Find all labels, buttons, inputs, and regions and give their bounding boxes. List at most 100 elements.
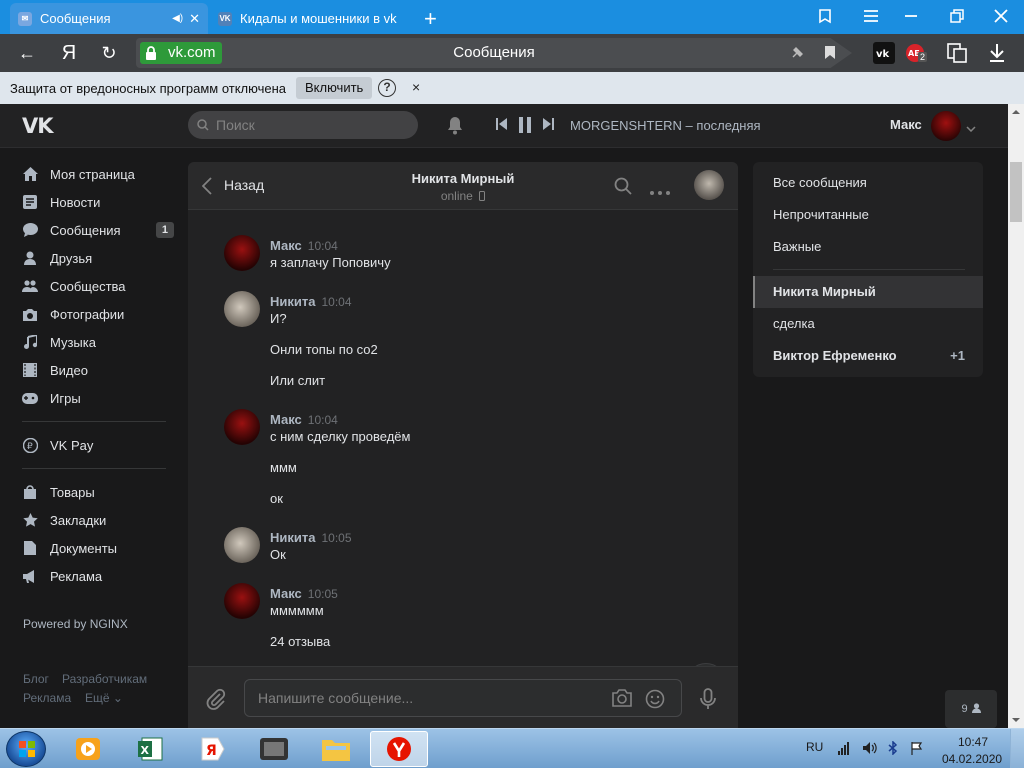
footer-link-ads[interactable]: Реклама bbox=[23, 691, 71, 705]
avatar[interactable] bbox=[224, 409, 260, 445]
network-icon[interactable] bbox=[838, 741, 852, 758]
adblock-extension-icon[interactable]: AE 2 bbox=[904, 40, 930, 66]
message-author[interactable]: Макс bbox=[270, 238, 302, 253]
avatar[interactable] bbox=[224, 527, 260, 563]
search-icon[interactable] bbox=[614, 177, 632, 198]
player-track-title[interactable]: MORGENSHTERN – последняя bbox=[570, 118, 761, 133]
sidebar-item-my-page[interactable]: Моя страница bbox=[22, 162, 174, 186]
previous-track-icon[interactable] bbox=[496, 118, 508, 133]
menu-icon[interactable] bbox=[852, 0, 890, 32]
video-app-icon[interactable] bbox=[248, 731, 300, 767]
filter-unread[interactable]: Непрочитанные bbox=[753, 199, 983, 231]
sidebar-item-communities[interactable]: Сообщества bbox=[22, 274, 174, 298]
excel-icon[interactable]: X bbox=[124, 731, 176, 767]
sidebar-item-friends[interactable]: Друзья bbox=[22, 246, 174, 270]
avatar[interactable] bbox=[224, 583, 260, 619]
conversation-viktor-efremenko[interactable]: Виктор Ефременко +1 bbox=[753, 340, 983, 372]
sidebar-item-messages[interactable]: Сообщения 1 bbox=[22, 218, 174, 242]
sidebar-item-goods[interactable]: Товары bbox=[22, 480, 174, 504]
browser-tab-scammers[interactable]: VK Кидалы и мошенники в vk bbox=[210, 3, 410, 34]
start-button[interactable] bbox=[6, 731, 46, 767]
bookmark-icon[interactable] bbox=[824, 45, 836, 63]
avatar[interactable] bbox=[224, 291, 260, 327]
sidebar-item-music[interactable]: Музыка bbox=[22, 330, 174, 354]
search-box[interactable] bbox=[188, 111, 418, 139]
scrollbar-thumb[interactable] bbox=[1010, 162, 1022, 222]
folder-icon[interactable] bbox=[310, 731, 362, 767]
bell-icon[interactable] bbox=[446, 115, 464, 138]
smile-icon[interactable] bbox=[645, 689, 665, 712]
message-input-box[interactable] bbox=[244, 679, 682, 717]
conversation-nikita-mirny[interactable]: Никита Мирный bbox=[753, 276, 983, 308]
avatar[interactable] bbox=[931, 111, 961, 141]
close-bar-icon[interactable]: × bbox=[412, 79, 420, 95]
chevron-down-icon[interactable] bbox=[966, 120, 976, 135]
sidebar-item-games[interactable]: Игры bbox=[22, 386, 174, 410]
yandex-home-icon[interactable]: Я bbox=[56, 40, 82, 66]
enable-protection-button[interactable]: Включить bbox=[296, 77, 373, 99]
vk-extension-icon[interactable]: vk bbox=[871, 40, 897, 66]
volume-icon[interactable] bbox=[862, 741, 878, 758]
message-author[interactable]: Никита bbox=[270, 530, 315, 545]
yandex-browser-icon[interactable] bbox=[370, 731, 428, 767]
help-icon[interactable]: ? bbox=[378, 79, 396, 97]
back-arrow-icon[interactable]: ← bbox=[14, 40, 40, 66]
browser-tab-messages[interactable]: ✉ Сообщения ◀) ✕ bbox=[10, 3, 208, 34]
vk-logo[interactable]: VK bbox=[22, 114, 54, 138]
filter-important[interactable]: Важные bbox=[753, 231, 983, 263]
reload-icon[interactable]: ↻ bbox=[96, 40, 122, 66]
media-player-icon[interactable] bbox=[62, 731, 114, 767]
sidebar-item-news[interactable]: Новости bbox=[22, 190, 174, 214]
sidebar-item-ads[interactable]: Реклама bbox=[22, 564, 174, 588]
filter-all-messages[interactable]: Все сообщения bbox=[753, 167, 983, 199]
camera-icon[interactable] bbox=[611, 689, 633, 710]
message-author[interactable]: Макс bbox=[270, 412, 302, 427]
online-friends-button[interactable]: 9 bbox=[945, 690, 997, 728]
download-icon[interactable] bbox=[984, 40, 1010, 66]
restore-icon[interactable] bbox=[938, 0, 976, 32]
attach-icon[interactable] bbox=[206, 688, 226, 713]
user-name[interactable]: Макс bbox=[890, 117, 922, 132]
footer-link-developers[interactable]: Разработчикам bbox=[62, 672, 147, 686]
scroll-up-arrow-icon[interactable] bbox=[1012, 108, 1020, 116]
sidebar-item-vkpay[interactable]: ₽ VK Pay bbox=[22, 433, 174, 457]
footer-link-blog[interactable]: Блог bbox=[23, 672, 49, 686]
tab-sound-icon[interactable]: ◀) bbox=[172, 13, 183, 24]
message-time[interactable]: 10:04 bbox=[308, 239, 338, 253]
minimize-icon[interactable] bbox=[892, 0, 930, 32]
conversation-deal[interactable]: сделка bbox=[753, 308, 983, 340]
screenshot-extension-icon[interactable] bbox=[944, 40, 970, 66]
microphone-icon[interactable] bbox=[700, 688, 716, 713]
sidebar-item-video[interactable]: Видео bbox=[22, 358, 174, 382]
notification-flag-icon[interactable] bbox=[910, 741, 924, 758]
collections-icon[interactable] bbox=[806, 0, 844, 32]
language-indicator[interactable]: RU bbox=[806, 740, 823, 754]
message-time[interactable]: 10:04 bbox=[321, 295, 351, 309]
bluetooth-icon[interactable] bbox=[888, 740, 898, 758]
message-time[interactable]: 10:05 bbox=[321, 531, 351, 545]
footer-link-more[interactable]: Ещё ⌄ bbox=[85, 691, 123, 705]
yandex-icon[interactable]: Я bbox=[186, 731, 238, 767]
show-desktop-button[interactable] bbox=[1010, 729, 1024, 768]
message-history[interactable]: Макс 10:04 я заплачу Поповичу Никита 10:04… bbox=[188, 210, 738, 703]
scroll-down-arrow-icon[interactable] bbox=[1012, 716, 1020, 724]
close-window-icon[interactable] bbox=[982, 0, 1020, 32]
sidebar-item-photos[interactable]: Фотографии bbox=[22, 302, 174, 326]
message-author[interactable]: Макс bbox=[270, 586, 302, 601]
protect-icon[interactable] bbox=[791, 45, 805, 62]
clock-time[interactable]: 10:47 bbox=[958, 735, 988, 749]
clock-date[interactable]: 04.02.2020 bbox=[942, 752, 1002, 766]
message-time[interactable]: 10:04 bbox=[308, 413, 338, 427]
pause-icon[interactable] bbox=[519, 117, 531, 136]
message-author[interactable]: Никита bbox=[270, 294, 315, 309]
tab-close-icon[interactable]: ✕ bbox=[189, 11, 200, 27]
url-field[interactable]: vk.com Сообщения bbox=[136, 38, 852, 68]
message-time[interactable]: 10:05 bbox=[308, 587, 338, 601]
sidebar-item-bookmarks[interactable]: Закладки bbox=[22, 508, 174, 532]
message-input[interactable] bbox=[258, 680, 588, 716]
peer-avatar[interactable] bbox=[694, 170, 724, 200]
new-tab-button[interactable]: + bbox=[416, 3, 445, 34]
search-input[interactable] bbox=[216, 111, 406, 139]
next-track-icon[interactable] bbox=[542, 118, 554, 133]
sidebar-item-documents[interactable]: Документы bbox=[22, 536, 174, 560]
